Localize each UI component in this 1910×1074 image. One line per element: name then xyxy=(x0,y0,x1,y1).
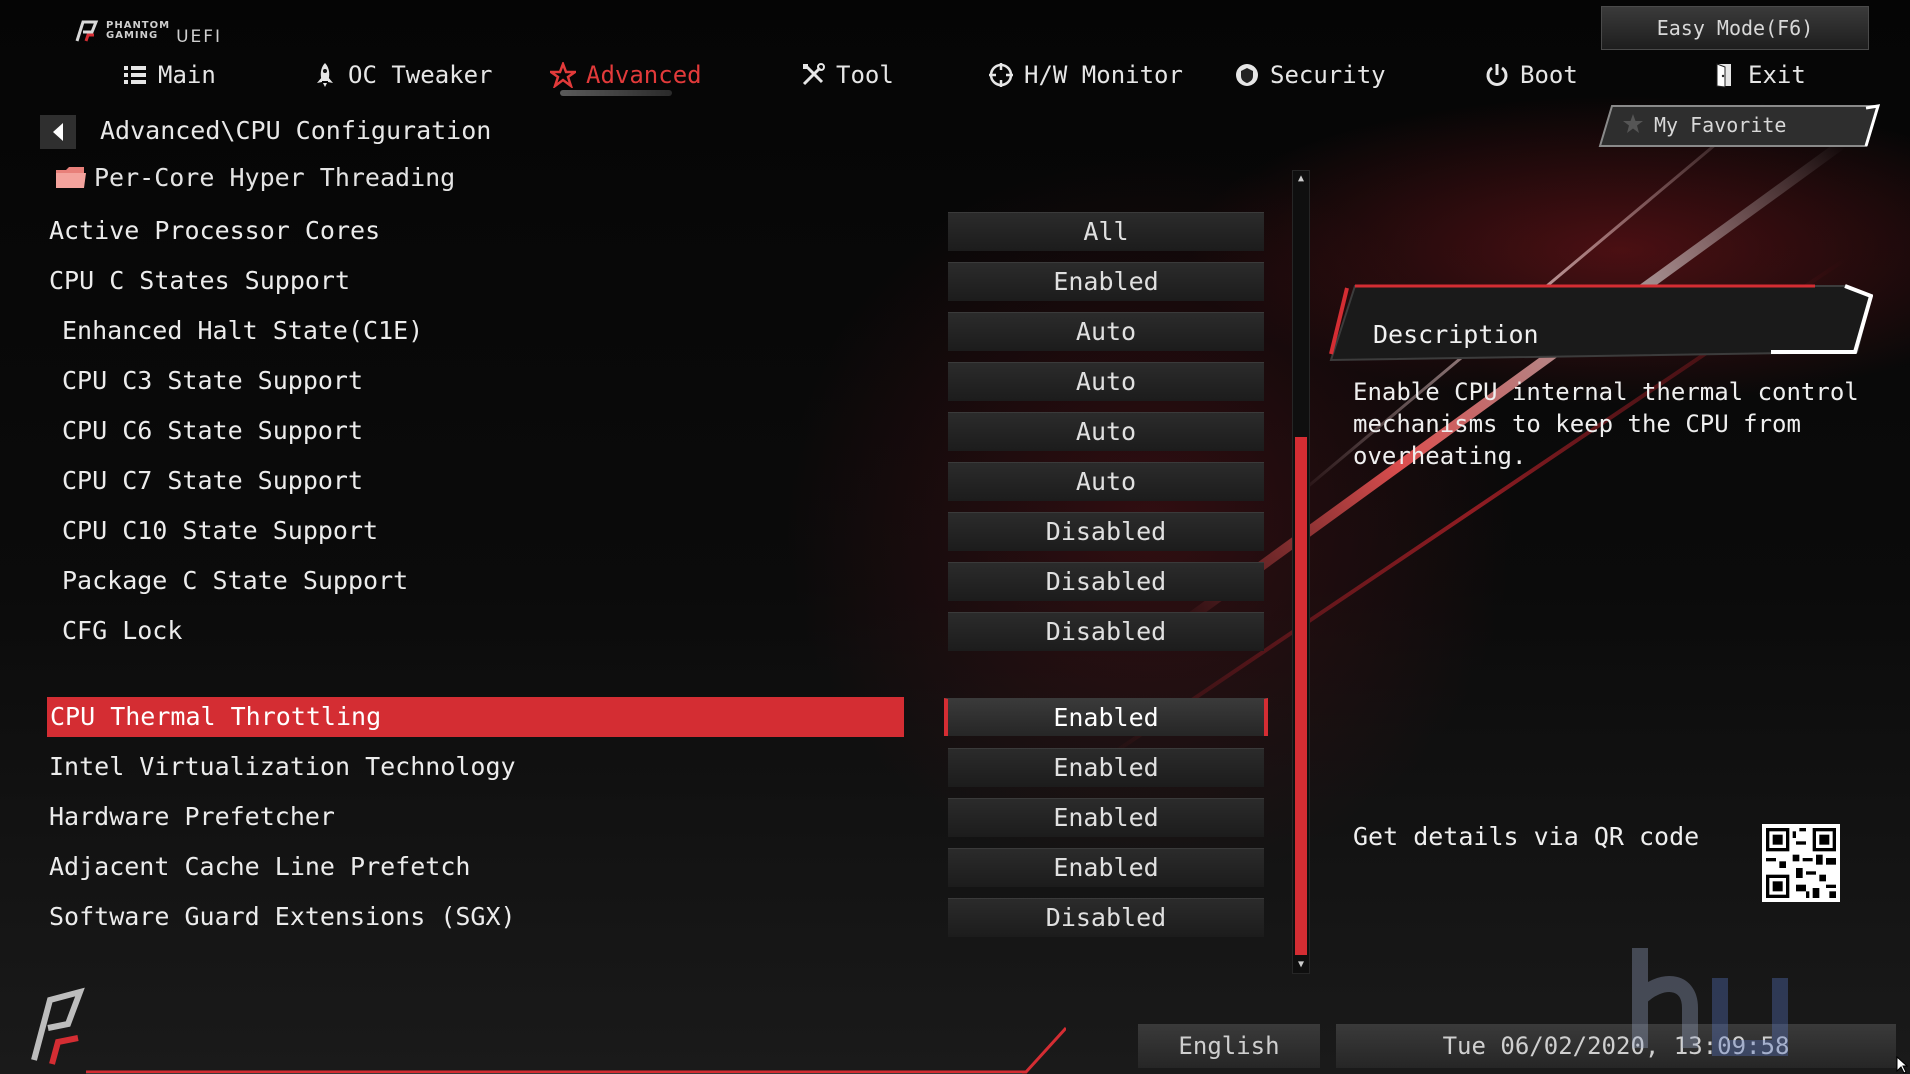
system-datetime: Tue 06/02/2020, 13:09:58 xyxy=(1336,1024,1896,1068)
setting-value[interactable]: Enabled xyxy=(948,748,1264,787)
my-favorite-label: My Favorite xyxy=(1654,113,1787,137)
tab-security-label: Security xyxy=(1270,61,1386,89)
qr-label: Get details via QR code xyxy=(1353,822,1700,851)
setting-row: Software Guard Extensions (SGX) Disabled xyxy=(0,897,1300,937)
easy-mode-button[interactable]: Easy Mode(F6) xyxy=(1601,6,1869,50)
setting-label[interactable]: CPU C10 State Support xyxy=(62,511,378,551)
breadcrumb: Advanced\CPU Configuration xyxy=(100,116,492,145)
logo-line2: GAMING xyxy=(106,30,159,41)
tools-icon xyxy=(802,63,825,86)
back-button[interactable] xyxy=(40,115,76,149)
power-icon xyxy=(1486,64,1508,86)
language-selector[interactable]: English xyxy=(1138,1024,1320,1068)
qr-code-icon xyxy=(1766,828,1836,898)
mouse-cursor-icon xyxy=(1896,1056,1908,1074)
pg-bottom-logo-icon xyxy=(31,987,85,1065)
tab-hw-monitor-label: H/W Monitor xyxy=(1024,61,1183,89)
shield-icon xyxy=(1236,64,1258,86)
setting-value[interactable]: Enabled xyxy=(948,262,1264,301)
setting-value[interactable]: Auto xyxy=(948,412,1264,451)
setting-value[interactable]: Enabled xyxy=(948,798,1264,837)
setting-row: CPU C7 State Support Auto xyxy=(0,461,1300,501)
setting-row: Package C State Support Disabled xyxy=(0,561,1300,601)
setting-value[interactable]: Disabled xyxy=(948,562,1264,601)
pg-logo-icon xyxy=(75,20,99,42)
star-icon xyxy=(550,62,576,88)
setting-label[interactable]: CPU Thermal Throttling xyxy=(47,697,904,737)
description-text: Enable CPU internal thermal control mech… xyxy=(1353,378,1859,470)
tab-main-label: Main xyxy=(158,61,216,89)
setting-row: CPU C States Support Enabled xyxy=(0,261,1300,301)
scroll-down-arrow-icon[interactable]: ▼ xyxy=(1293,957,1309,973)
scrollbar[interactable]: ▲ ▼ xyxy=(1292,170,1310,974)
top-nav: Main OC Tweaker Advanced Tool H/W Monito… xyxy=(0,52,1910,98)
setting-value[interactable]: Enabled xyxy=(948,848,1264,887)
setting-label[interactable]: CPU C6 State Support xyxy=(62,411,363,451)
setting-value[interactable]: Enabled xyxy=(944,698,1268,736)
target-icon xyxy=(989,63,1013,87)
setting-row: Intel Virtualization Technology Enabled xyxy=(0,747,1300,787)
tab-main[interactable]: Main xyxy=(122,52,216,98)
phantom-gaming-logo: PHANTOM GAMING UEFI xyxy=(74,14,222,48)
tab-exit[interactable]: Exit xyxy=(1712,52,1806,98)
tab-tool[interactable]: Tool xyxy=(800,52,894,98)
logo-uefi: UEFI xyxy=(176,27,223,47)
tab-oc-tweaker[interactable]: OC Tweaker xyxy=(312,52,493,98)
qr-code xyxy=(1762,824,1840,902)
tab-boot-label: Boot xyxy=(1520,61,1578,89)
scrollbar-thumb[interactable] xyxy=(1295,437,1307,955)
list-icon xyxy=(124,66,146,84)
setting-label[interactable]: Adjacent Cache Line Prefetch xyxy=(49,847,470,887)
bottom-accent-line xyxy=(86,1026,1066,1074)
favorite-star-icon xyxy=(1623,114,1643,133)
setting-row-selected: CPU Thermal Throttling Enabled xyxy=(0,697,1300,737)
setting-value[interactable]: Disabled xyxy=(948,612,1264,651)
setting-value[interactable]: Auto xyxy=(948,362,1264,401)
rocket-icon xyxy=(317,63,333,87)
submenu-label: Per-Core Hyper Threading xyxy=(94,162,456,192)
tab-boot[interactable]: Boot xyxy=(1484,52,1578,98)
tab-hw-monitor[interactable]: H/W Monitor xyxy=(988,52,1183,98)
setting-row: Active Processor Cores All xyxy=(0,211,1300,251)
active-tab-indicator xyxy=(560,90,672,96)
setting-label[interactable]: CPU C3 State Support xyxy=(62,361,363,401)
tab-oc-tweaker-label: OC Tweaker xyxy=(348,61,493,89)
setting-row: CPU C3 State Support Auto xyxy=(0,361,1300,401)
setting-label[interactable]: CPU C7 State Support xyxy=(62,461,363,501)
exit-door-icon xyxy=(1716,63,1731,88)
logo-wordmark: PHANTOM GAMING xyxy=(106,21,170,41)
folder-icon xyxy=(56,167,86,188)
tab-exit-label: Exit xyxy=(1748,61,1806,89)
setting-label[interactable]: Intel Virtualization Technology xyxy=(49,747,516,787)
my-favorite-button[interactable]: My Favorite xyxy=(1598,104,1880,148)
tab-security[interactable]: Security xyxy=(1234,52,1386,98)
setting-label[interactable]: CFG Lock xyxy=(62,611,182,651)
arrow-left-icon xyxy=(53,123,63,141)
setting-row: Adjacent Cache Line Prefetch Enabled xyxy=(0,847,1300,887)
setting-label[interactable]: Enhanced Halt State(C1E) xyxy=(62,311,423,351)
setting-row: CFG Lock Disabled xyxy=(0,611,1300,651)
scroll-up-arrow-icon[interactable]: ▲ xyxy=(1293,171,1309,187)
setting-row: Enhanced Halt State(C1E) Auto xyxy=(0,311,1300,351)
setting-value[interactable]: All xyxy=(948,212,1264,251)
setting-label[interactable]: Package C State Support xyxy=(62,561,408,601)
description-title: Description xyxy=(1373,320,1539,349)
setting-label[interactable]: Software Guard Extensions (SGX) xyxy=(49,897,516,937)
setting-row: CPU C6 State Support Auto xyxy=(0,411,1300,451)
tab-advanced-label: Advanced xyxy=(586,61,702,89)
setting-value[interactable]: Disabled xyxy=(948,512,1264,551)
tab-tool-label: Tool xyxy=(836,61,894,89)
setting-value[interactable]: Auto xyxy=(948,462,1264,501)
setting-row: CPU C10 State Support Disabled xyxy=(0,511,1300,551)
setting-label[interactable]: CPU C States Support xyxy=(49,261,350,301)
setting-row: Hardware Prefetcher Enabled xyxy=(0,797,1300,837)
setting-label[interactable]: Active Processor Cores xyxy=(49,211,380,251)
setting-value[interactable]: Auto xyxy=(948,312,1264,351)
submenu-per-core-hyper-threading[interactable]: Per-Core Hyper Threading xyxy=(54,160,455,194)
setting-label[interactable]: Hardware Prefetcher xyxy=(49,797,335,837)
setting-value[interactable]: Disabled xyxy=(948,898,1264,937)
